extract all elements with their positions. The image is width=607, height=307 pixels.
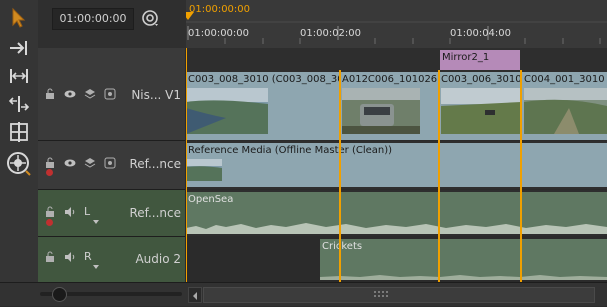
lane-audio-2: Crickets [186,237,607,282]
select-tool-icon[interactable] [6,6,32,30]
snap-settings-icon[interactable] [142,10,160,32]
ruler-label-1: 01:00:02:00 [300,28,362,39]
clip-reference[interactable]: Reference Media (Offline Master (Clean)) [186,143,607,187]
track-name-reference[interactable]: Ref...nce [129,157,181,171]
edit-point-marker[interactable] [438,70,440,282]
clip-thumbnail [342,88,420,134]
timeline-ruler[interactable]: 01:00:00:00 01:00:00:00 01:00:02:00 01:0… [186,0,607,48]
track-header-reference[interactable]: Ref...nce [38,141,185,190]
zoom-slider-handle[interactable] [52,287,67,302]
blade-tool-icon[interactable] [6,152,32,176]
multi-select-icon[interactable] [6,64,32,88]
lock-icon[interactable] [44,206,56,218]
timeline-tracks[interactable]: Mirror2_1 C003_008_3010 (C003_008_3010) … [186,48,607,282]
timeline-header: 01:00:00:00 01:00:00:00 01:00:00:00 01:0… [38,0,607,48]
clip-label: OpenSea [188,194,234,205]
lane-audio-1: OpenSea [186,190,607,236]
track-settings-icon[interactable] [104,157,116,169]
track-name-audio-1[interactable]: Ref...nce [129,206,181,220]
clip-thumbnail [186,88,268,134]
clip-thumbnail [441,88,521,134]
eye-icon[interactable] [64,88,76,100]
clip-label: A012C006_101026 [342,74,438,85]
lock-icon[interactable] [44,157,56,169]
audio-waveform [186,223,607,234]
clip-label: Crickets [322,241,363,252]
chevron-down-icon[interactable] [93,210,99,229]
tool-palette [0,0,39,305]
edit-point-marker[interactable] [520,70,522,282]
lane-v1: Mirror2_1 C003_008_3010 (C003_008_3010) … [186,48,607,140]
speaker-icon[interactable] [64,251,76,263]
channel-selector[interactable]: L [84,205,90,218]
clip-v1-3[interactable]: C003_006_3010 [439,72,522,140]
horizontal-scrollbar[interactable] [203,287,595,303]
lock-icon[interactable] [44,251,56,263]
track-select-icon[interactable] [6,36,32,60]
clip-v1-1[interactable]: C003_008_3010 (C003_008_3010) [186,72,340,140]
audio-waveform [320,275,607,280]
chevron-down-icon[interactable] [93,255,99,274]
lock-icon[interactable] [44,88,56,100]
clip-label: C003_006_3010 [441,74,522,85]
clip-crickets[interactable]: Crickets [320,239,607,280]
clip-label: C004_001_3010 [524,74,605,85]
layers-icon[interactable] [84,157,96,169]
channel-selector[interactable]: R [84,250,92,263]
speaker-icon[interactable] [64,206,76,218]
ruler-label-0: 01:00:00:00 [188,28,250,39]
razor-tool-icon[interactable] [6,120,32,144]
clip-v1-2[interactable]: A012C006_101026 [340,72,439,140]
clip-mirror[interactable]: Mirror2_1 [440,50,520,70]
ruler-ticks [186,12,607,44]
edit-point-marker[interactable] [339,70,341,282]
slip-tool-icon[interactable] [6,92,32,116]
track-name-audio-2[interactable]: Audio 2 [135,252,181,266]
playhead-line[interactable] [186,48,187,282]
timecode-display[interactable]: 01:00:00:00 [52,8,134,30]
clip-label: Mirror2_1 [442,52,490,63]
clip-label: C003_008_3010 (C003_008_3010) [188,74,339,85]
clip-label: Reference Media (Offline Master (Clean)) [188,145,393,156]
clip-v1-4[interactable]: C004_001_3010 [522,72,607,140]
clip-thumbnail [524,88,607,134]
track-settings-icon[interactable] [104,88,116,100]
track-header-audio-2[interactable]: R Audio 2 [38,237,185,283]
layers-icon[interactable] [84,88,96,100]
eye-icon[interactable] [64,157,76,169]
clip-thumbnail [186,159,222,181]
scrollbar-grip-icon [374,291,388,297]
offline-warning-icon [46,219,53,226]
bottom-bar [0,282,607,306]
track-name-v1[interactable]: Nis... V1 [131,88,181,102]
clip-opensea[interactable]: OpenSea [186,192,607,234]
lane-reference: Reference Media (Offline Master (Clean)) [186,141,607,189]
track-header-audio-1[interactable]: L Ref...nce [38,190,185,237]
scroll-left-button[interactable] [188,287,202,303]
offline-warning-icon [46,169,53,176]
ruler-label-2: 01:00:04:00 [450,28,512,39]
track-header-v1[interactable]: Nis... V1 [38,48,185,141]
